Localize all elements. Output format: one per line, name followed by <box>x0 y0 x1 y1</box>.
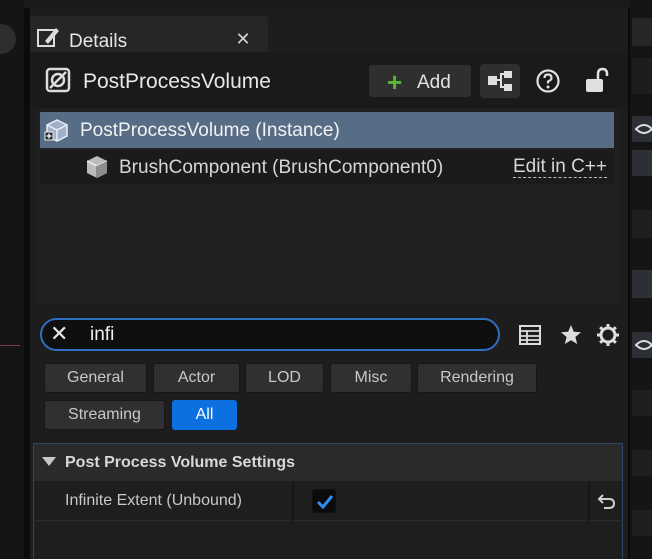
actor-name: PostProcessVolume <box>83 70 271 93</box>
outliner-tab-edge[interactable] <box>632 18 652 46</box>
visibility-eye-icon[interactable] <box>632 332 652 358</box>
category-header[interactable]: Post Process Volume Settings <box>33 443 623 481</box>
help-icon[interactable] <box>535 68 561 94</box>
gear-icon[interactable] <box>595 322 621 348</box>
visibility-eye-icon[interactable] <box>632 116 652 142</box>
filter-all[interactable]: All <box>172 400 237 430</box>
outliner-row[interactable] <box>632 390 652 416</box>
collapse-arrow-icon[interactable] <box>42 457 56 466</box>
outliner-row[interactable] <box>632 510 652 536</box>
top-strip <box>24 0 652 8</box>
viewport-grid-line <box>0 345 20 346</box>
outliner-panel-edge <box>630 0 652 559</box>
filter-rendering[interactable]: Rendering <box>417 363 537 393</box>
viewport-edge <box>0 0 24 559</box>
details-panel: Details ✕ PostProcessVolume + Add PostPr… <box>30 8 628 559</box>
actor-header: PostProcessVolume + Add <box>30 52 628 108</box>
filter-lod[interactable]: LOD <box>245 363 324 393</box>
outliner-row[interactable] <box>632 210 652 238</box>
outliner-header-edge <box>632 58 652 94</box>
infinite-extent-checkbox[interactable] <box>312 489 336 513</box>
details-tab[interactable]: Details ✕ <box>30 16 268 52</box>
search-value: infi <box>90 324 115 345</box>
star-icon[interactable] <box>558 322 584 348</box>
outliner-row[interactable] <box>632 270 652 298</box>
component-row-selected[interactable]: PostProcessVolume (Instance) <box>40 112 614 148</box>
add-label: Add <box>417 72 451 93</box>
blueprint-icon <box>488 71 512 91</box>
component-tree: PostProcessVolume (Instance) BrushCompon… <box>36 108 620 304</box>
clear-search-icon[interactable]: ✕ <box>50 321 68 347</box>
viewport-overlay-button[interactable] <box>0 24 16 54</box>
component-label: BrushComponent (BrushComponent0) <box>119 157 444 178</box>
table-view-icon[interactable] <box>517 322 543 348</box>
property-name: Infinite Extent (Unbound) <box>65 492 242 509</box>
cube-icon <box>84 154 110 180</box>
column-divider[interactable] <box>292 481 294 521</box>
plus-icon: + <box>387 67 403 97</box>
checkmark-icon <box>316 495 334 510</box>
reset-to-default-icon[interactable] <box>596 491 616 511</box>
filter-general[interactable]: General <box>44 363 147 393</box>
filter-streaming[interactable]: Streaming <box>44 400 165 430</box>
filter-actor[interactable]: Actor <box>153 363 240 393</box>
edit-in-cpp-link[interactable]: Edit in C++ <box>513 157 607 178</box>
filter-misc[interactable]: Misc <box>330 363 412 393</box>
outliner-row[interactable] <box>632 150 652 176</box>
search-input[interactable]: ✕ infi <box>40 318 500 351</box>
property-row: Infinite Extent (Unbound) <box>33 481 623 521</box>
details-pencil-icon <box>36 26 60 50</box>
component-row[interactable]: BrushComponent (BrushComponent0) Edit in… <box>40 150 614 184</box>
tab-title: Details <box>69 31 128 52</box>
blueprint-button[interactable] <box>480 64 520 98</box>
lock-icon[interactable] <box>583 66 609 94</box>
close-icon[interactable]: ✕ <box>233 29 253 50</box>
category-label: Post Process Volume Settings <box>65 454 295 471</box>
actor-icon <box>44 66 72 94</box>
details-empty-area <box>33 521 623 559</box>
column-divider <box>588 481 590 521</box>
component-label: PostProcessVolume (Instance) <box>80 120 340 141</box>
cube-icon <box>44 117 70 143</box>
add-component-button[interactable]: + Add <box>368 64 472 98</box>
outliner-row[interactable] <box>632 450 652 476</box>
